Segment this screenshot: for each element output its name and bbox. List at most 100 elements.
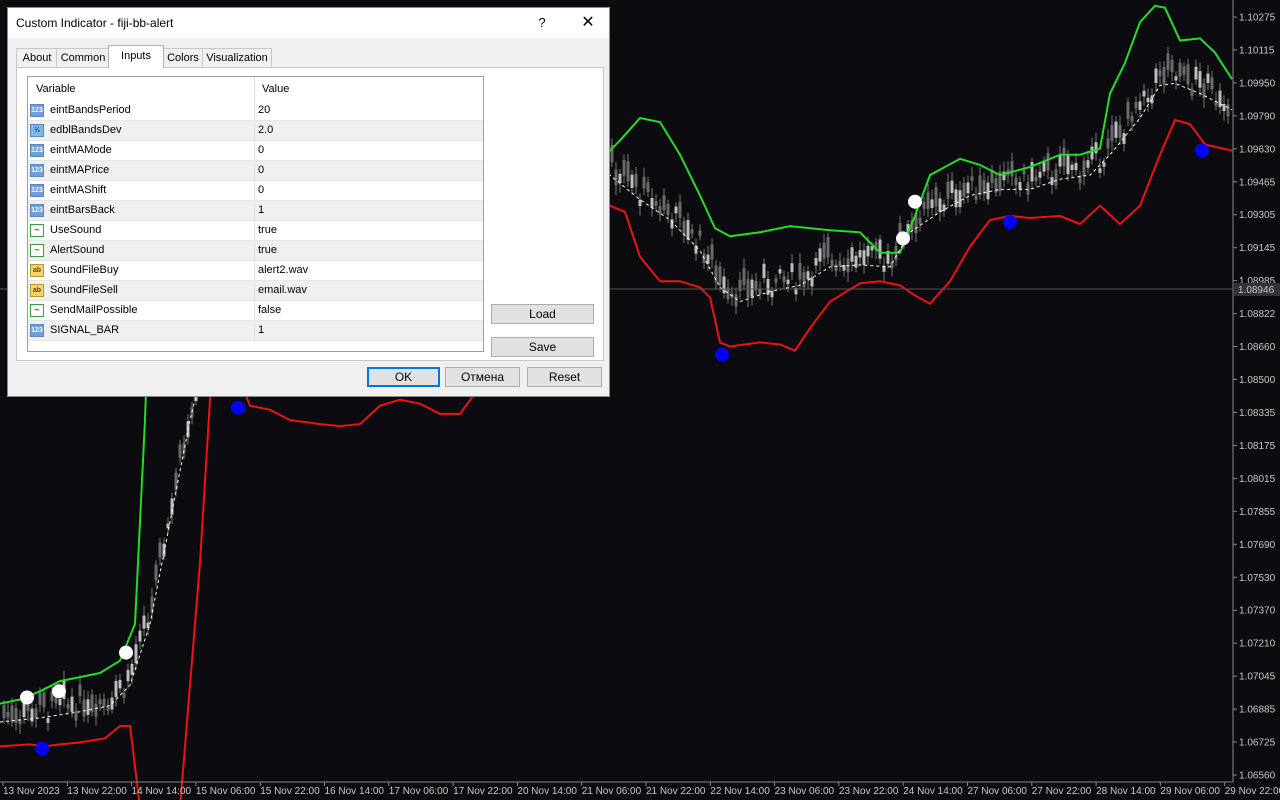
input-row[interactable]: ab SoundFileBuy alert2.wav (28, 261, 483, 281)
input-row[interactable]: ~ SendMailPossible false (28, 301, 483, 321)
candle-body (690, 229, 694, 234)
custom-indicator-dialog[interactable]: Custom Indicator - fiji-bb-alert ? ✕ Abo… (7, 7, 610, 397)
time-tick-label: 29 Nov 22:00 (1225, 786, 1280, 797)
title-bar[interactable]: Custom Indicator - fiji-bb-alert ? ✕ (8, 8, 609, 38)
candle-body (966, 182, 970, 194)
candle-body (838, 260, 842, 267)
load-button[interactable]: Load (491, 304, 594, 324)
time-tick-label: 14 Nov 14:00 (132, 786, 192, 797)
cancel-button[interactable]: Отмена (445, 367, 520, 387)
candle-body (926, 192, 930, 209)
candle-body (666, 203, 670, 216)
close-button[interactable]: ✕ (573, 12, 603, 34)
candle-body (814, 258, 818, 266)
candle-body (1114, 121, 1118, 138)
candle-body (1154, 68, 1158, 83)
candle-body (126, 669, 130, 682)
candle-body (822, 242, 826, 259)
input-row[interactable]: ab SoundFileSell email.wav (28, 281, 483, 301)
input-value[interactable]: alert2.wav (258, 264, 308, 276)
candle-body (1142, 90, 1146, 97)
candle-body (1066, 154, 1070, 175)
input-row[interactable]: ~ UseSound true (28, 221, 483, 241)
candle-body (1070, 164, 1074, 170)
candle-body (1062, 147, 1066, 167)
input-value[interactable]: 0 (258, 184, 264, 196)
candle-body (1170, 59, 1174, 72)
candle-body (958, 190, 962, 208)
input-variable-name: eintMAMode (50, 144, 112, 156)
inputs-table[interactable]: Variable Value 123 eintBandsPeriod 20 ½ edbl… (27, 76, 484, 352)
input-value[interactable]: 0 (258, 144, 264, 156)
candle-body (778, 269, 782, 274)
tab-visualization[interactable]: Visualization (202, 48, 272, 67)
int-icon: 123 (30, 144, 44, 157)
input-row[interactable]: 123 eintMAPrice 0 (28, 161, 483, 181)
input-value[interactable]: true (258, 244, 277, 256)
price-tick-label: 1.06885 (1239, 705, 1276, 716)
candle-body (1050, 177, 1054, 185)
candle-body (678, 201, 682, 218)
help-button[interactable]: ? (528, 12, 556, 34)
price-tick-label: 1.07690 (1239, 540, 1276, 551)
input-value[interactable]: 1 (258, 204, 264, 216)
candle-body (970, 176, 974, 181)
candle-body (718, 266, 722, 285)
inputs-tab-panel: Variable Value 123 eintBandsPeriod 20 ½ edbl… (16, 67, 604, 361)
candle-body (1026, 182, 1030, 195)
candle-body (1174, 76, 1178, 81)
price-tick-label: 1.06725 (1239, 738, 1276, 749)
candle-body (782, 276, 786, 283)
input-row[interactable]: 123 eintMAShift 0 (28, 181, 483, 201)
candle-body (830, 259, 834, 267)
reset-button[interactable]: Reset (527, 367, 602, 387)
input-value[interactable]: 0 (258, 164, 264, 176)
input-row[interactable]: 123 SIGNAL_BAR 1 (28, 321, 483, 341)
candle-body (118, 679, 122, 689)
tab-inputs[interactable]: Inputs (108, 45, 164, 68)
candle-body (974, 195, 978, 200)
input-value[interactable]: 2.0 (258, 124, 273, 136)
input-value[interactable]: false (258, 304, 281, 316)
int-icon: 123 (30, 184, 44, 197)
input-variable-name: eintBarsBack (50, 204, 115, 216)
candle-body (1190, 88, 1194, 96)
input-value[interactable]: email.wav (258, 284, 307, 296)
ok-button[interactable]: OK (367, 367, 440, 387)
column-separator (254, 161, 255, 181)
column-header-value[interactable]: Value (262, 77, 289, 101)
column-header-variable[interactable]: Variable (36, 77, 76, 101)
candle-body (854, 255, 858, 268)
price-tick-label: 1.08335 (1239, 408, 1276, 419)
candle-body (1086, 160, 1090, 168)
candle-body (1046, 153, 1050, 171)
price-tick-label: 1.09465 (1239, 177, 1276, 188)
input-value[interactable]: 1 (258, 324, 264, 336)
candle-body (1110, 124, 1114, 142)
input-value[interactable]: true (258, 224, 277, 236)
candle-body (1082, 160, 1086, 177)
input-row[interactable]: 123 eintBandsPeriod 20 (28, 101, 483, 121)
input-variable-name: eintMAPrice (50, 164, 110, 176)
input-row[interactable]: 123 eintBarsBack 1 (28, 201, 483, 221)
input-row[interactable]: ½ edblBandsDev 2.0 (28, 121, 483, 141)
candle-body (86, 699, 90, 715)
input-value[interactable]: 20 (258, 104, 270, 116)
save-button[interactable]: Save (491, 337, 594, 357)
candle-body (10, 705, 14, 723)
tab-common[interactable]: Common (56, 48, 110, 67)
buy-signal-dot (715, 347, 729, 362)
candle-body (714, 265, 718, 283)
candle-body (650, 198, 654, 208)
tab-about[interactable]: About (16, 48, 58, 67)
candle-body (658, 206, 662, 215)
price-tick-label: 1.10275 (1239, 13, 1276, 24)
candle-body (130, 663, 134, 675)
tab-colors[interactable]: Colors (162, 48, 204, 67)
candle-body (742, 268, 746, 286)
input-row[interactable]: ~ AlertSound true (28, 241, 483, 261)
column-separator (254, 201, 255, 221)
time-tick-label: 29 Nov 06:00 (1160, 786, 1220, 797)
input-row[interactable]: 123 eintMAMode 0 (28, 141, 483, 161)
candle-body (46, 718, 50, 723)
